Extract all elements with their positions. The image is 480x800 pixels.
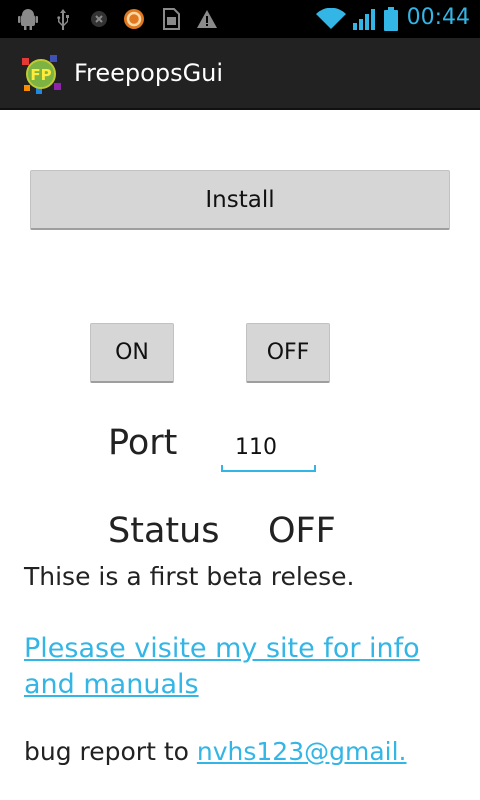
battery-icon — [383, 7, 399, 31]
status-clock: 00:44 — [406, 5, 470, 30]
status-label: Status — [108, 511, 220, 551]
port-label: Port — [108, 423, 178, 463]
install-button[interactable]: Install — [30, 170, 450, 230]
bug-report-prefix: bug report to — [24, 737, 197, 766]
port-value[interactable]: 110 — [235, 435, 277, 460]
port-input-underline — [221, 470, 316, 472]
status-value: OFF — [268, 511, 336, 551]
app-logo-text: FP — [30, 66, 51, 84]
off-button[interactable]: OFF — [246, 323, 330, 383]
warning-icon — [196, 8, 218, 30]
action-bar: FP FreepopsGui — [0, 38, 480, 110]
app-title: FreepopsGui — [74, 59, 224, 87]
port-input-edge-left — [221, 465, 223, 472]
on-button[interactable]: ON — [90, 323, 174, 383]
bug-report-email-link[interactable]: nvhs123@gmail. — [197, 737, 407, 766]
site-link[interactable]: Plesase visite my site for info and manu… — [24, 631, 464, 703]
wifi-icon — [316, 8, 346, 30]
port-input[interactable]: 110 — [221, 428, 316, 472]
signal-icon — [352, 8, 378, 30]
app-notification-icon — [123, 8, 145, 30]
notification-icon — [88, 8, 110, 30]
android-debug-icon — [17, 8, 39, 30]
app-logo-icon[interactable]: FP — [20, 53, 62, 95]
status-bar: 00:44 — [0, 0, 480, 38]
usb-icon — [52, 8, 74, 30]
port-input-edge-right — [314, 465, 316, 472]
sim-icon — [160, 8, 182, 30]
bug-report-line: bug report to nvhs123@gmail. — [24, 737, 407, 766]
beta-notice: Thise is a first beta relese. — [24, 562, 355, 591]
